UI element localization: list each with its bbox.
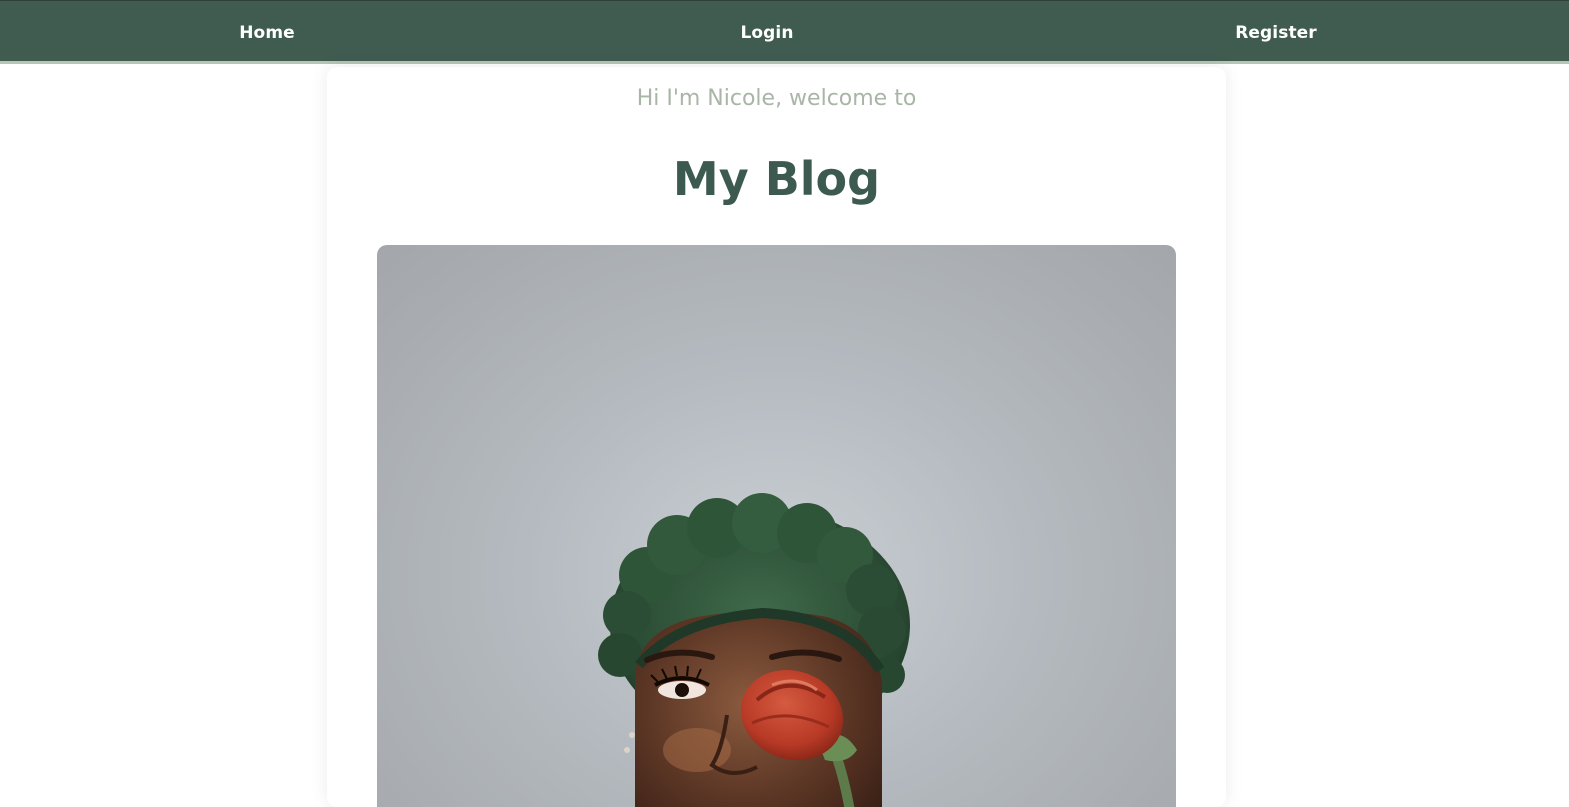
blog-title: My Blog <box>672 152 881 206</box>
nav-home-link[interactable]: Home <box>239 23 295 43</box>
nav-register-link[interactable]: Register <box>1235 23 1317 43</box>
hero-image <box>377 245 1176 807</box>
hero-illustration <box>598 493 910 807</box>
greeting-text: Hi I'm Nicole, welcome to <box>636 86 917 111</box>
nav-login-link[interactable]: Login <box>740 23 793 43</box>
blog-intro-card: Hi I'm Nicole, welcome to My Blog <box>327 67 1226 807</box>
top-navbar: Home Login Register <box>0 0 1569 64</box>
